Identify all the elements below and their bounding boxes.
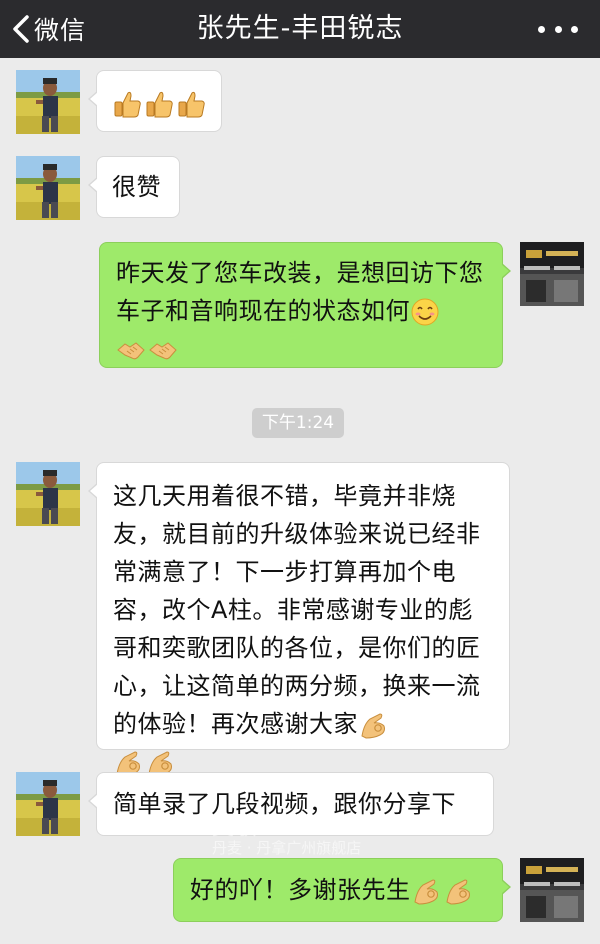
message-text: 这几天用着很不错，毕竟并非烧友，就目前的升级体验来说已经非常满意了！下一步打算再… (113, 482, 481, 738)
message-text: 简单录了几段视频，跟你分享下 (113, 790, 456, 818)
emoji-row (112, 89, 206, 119)
more-dots-icon (538, 25, 545, 33)
avatar (16, 156, 80, 220)
avatar (16, 462, 80, 526)
timestamp-badge: 下午1:24 (252, 408, 344, 438)
chat-navbar: 微信 张先生-丰田锐志 (0, 0, 600, 58)
ok-hand-icon (413, 879, 438, 905)
avatar (520, 858, 584, 922)
message-bubble[interactable] (88, 70, 222, 132)
avatar (16, 70, 80, 134)
contact-avatar[interactable] (16, 462, 80, 526)
back-label: 微信 (34, 16, 87, 45)
ok-hand-icon (361, 713, 386, 739)
message-bubble[interactable]: 这几天用着很不错，毕竟并非烧友，就目前的升级体验来说已经非常满意了！下一步打算再… (88, 462, 510, 777)
thumbs-up-icon (178, 91, 205, 118)
message-bubble[interactable]: 好的吖！多谢张先生 (173, 858, 511, 922)
more-button[interactable] (538, 0, 578, 58)
contact-avatar[interactable] (16, 772, 80, 836)
contact-avatar[interactable] (16, 70, 80, 134)
message-bubble[interactable]: 昨天发了您车改装，是想回访下您车子和音响现在的状态如何 (99, 242, 511, 368)
chevron-left-icon (13, 15, 29, 43)
watermark-store: 丹麦 · 丹拿广州旗舰店 (212, 839, 362, 857)
chat-title: 张先生-丰田锐志 (196, 13, 404, 44)
my-avatar[interactable] (520, 858, 584, 922)
message-bubble[interactable]: 简单录了几段视频，跟你分享下 (88, 772, 494, 836)
emoji-row (410, 297, 440, 327)
smiling-face-icon (411, 298, 439, 326)
handshake-icon (149, 342, 177, 360)
message-bubble[interactable]: 很赞 (88, 156, 180, 218)
emoji-row (411, 876, 473, 906)
ok-hand-icon (445, 879, 470, 905)
my-avatar[interactable] (520, 242, 584, 306)
avatar (16, 772, 80, 836)
contact-avatar[interactable] (16, 156, 80, 220)
avatar (520, 242, 584, 306)
thumbs-up-icon (114, 91, 141, 118)
thumbs-up-icon (146, 91, 173, 118)
handshake-icon (117, 342, 145, 360)
back-button[interactable]: 微信 (12, 0, 86, 58)
emoji-row (116, 335, 178, 365)
message-text: 好的吖！多谢张先生 (190, 876, 411, 904)
message-text: 很赞 (112, 173, 161, 201)
emoji-row (358, 710, 388, 740)
